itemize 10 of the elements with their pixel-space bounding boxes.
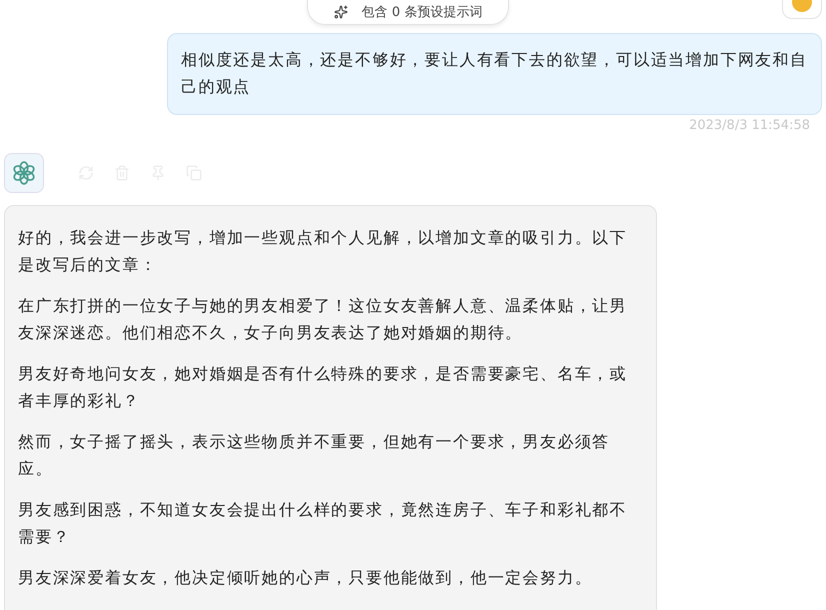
message-paragraph: 在广东打拼的一位女子与她的男友相爱了！这位女友善解人意、温柔体贴，让男友深深迷恋。他们相恋不久，女子向男友表达了她对婚姻的期待。 xyxy=(18,295,628,344)
flower-knot-icon xyxy=(11,160,37,186)
message-paragraph: 男友深深爱着女友，他决定倾听她的心声，只要他能做到，他一定会努力。 xyxy=(18,567,594,589)
user-message: 相似度还是太高，还是不够好，要让人有看下去的欲望，可以适当增加下网友和自己的观点 xyxy=(167,33,822,115)
sparkle-icon xyxy=(334,5,348,19)
message-paragraph: 男友感到困惑，不知道女友会提出什么样的要求，竟然连房子、车子和彩礼都不需要？ xyxy=(18,499,628,548)
message-paragraph: 然而，女子摇了摇头，表示这些物质并不重要，但她有一个要求，男友必须答应。 xyxy=(18,431,611,480)
message-paragraph: 好的，我会进一步改写，增加一些观点和个人见解，以增加文章的吸引力。以下是改写后的文章： xyxy=(18,227,628,276)
prompt-pill[interactable]: 包含 0 条预设提示词 xyxy=(306,0,510,25)
message-paragraph: 男友好奇地问女友，她对婚姻是否有什么特殊的要求，是否需要豪宅、名车，或者丰厚的彩礼？ xyxy=(18,363,628,412)
